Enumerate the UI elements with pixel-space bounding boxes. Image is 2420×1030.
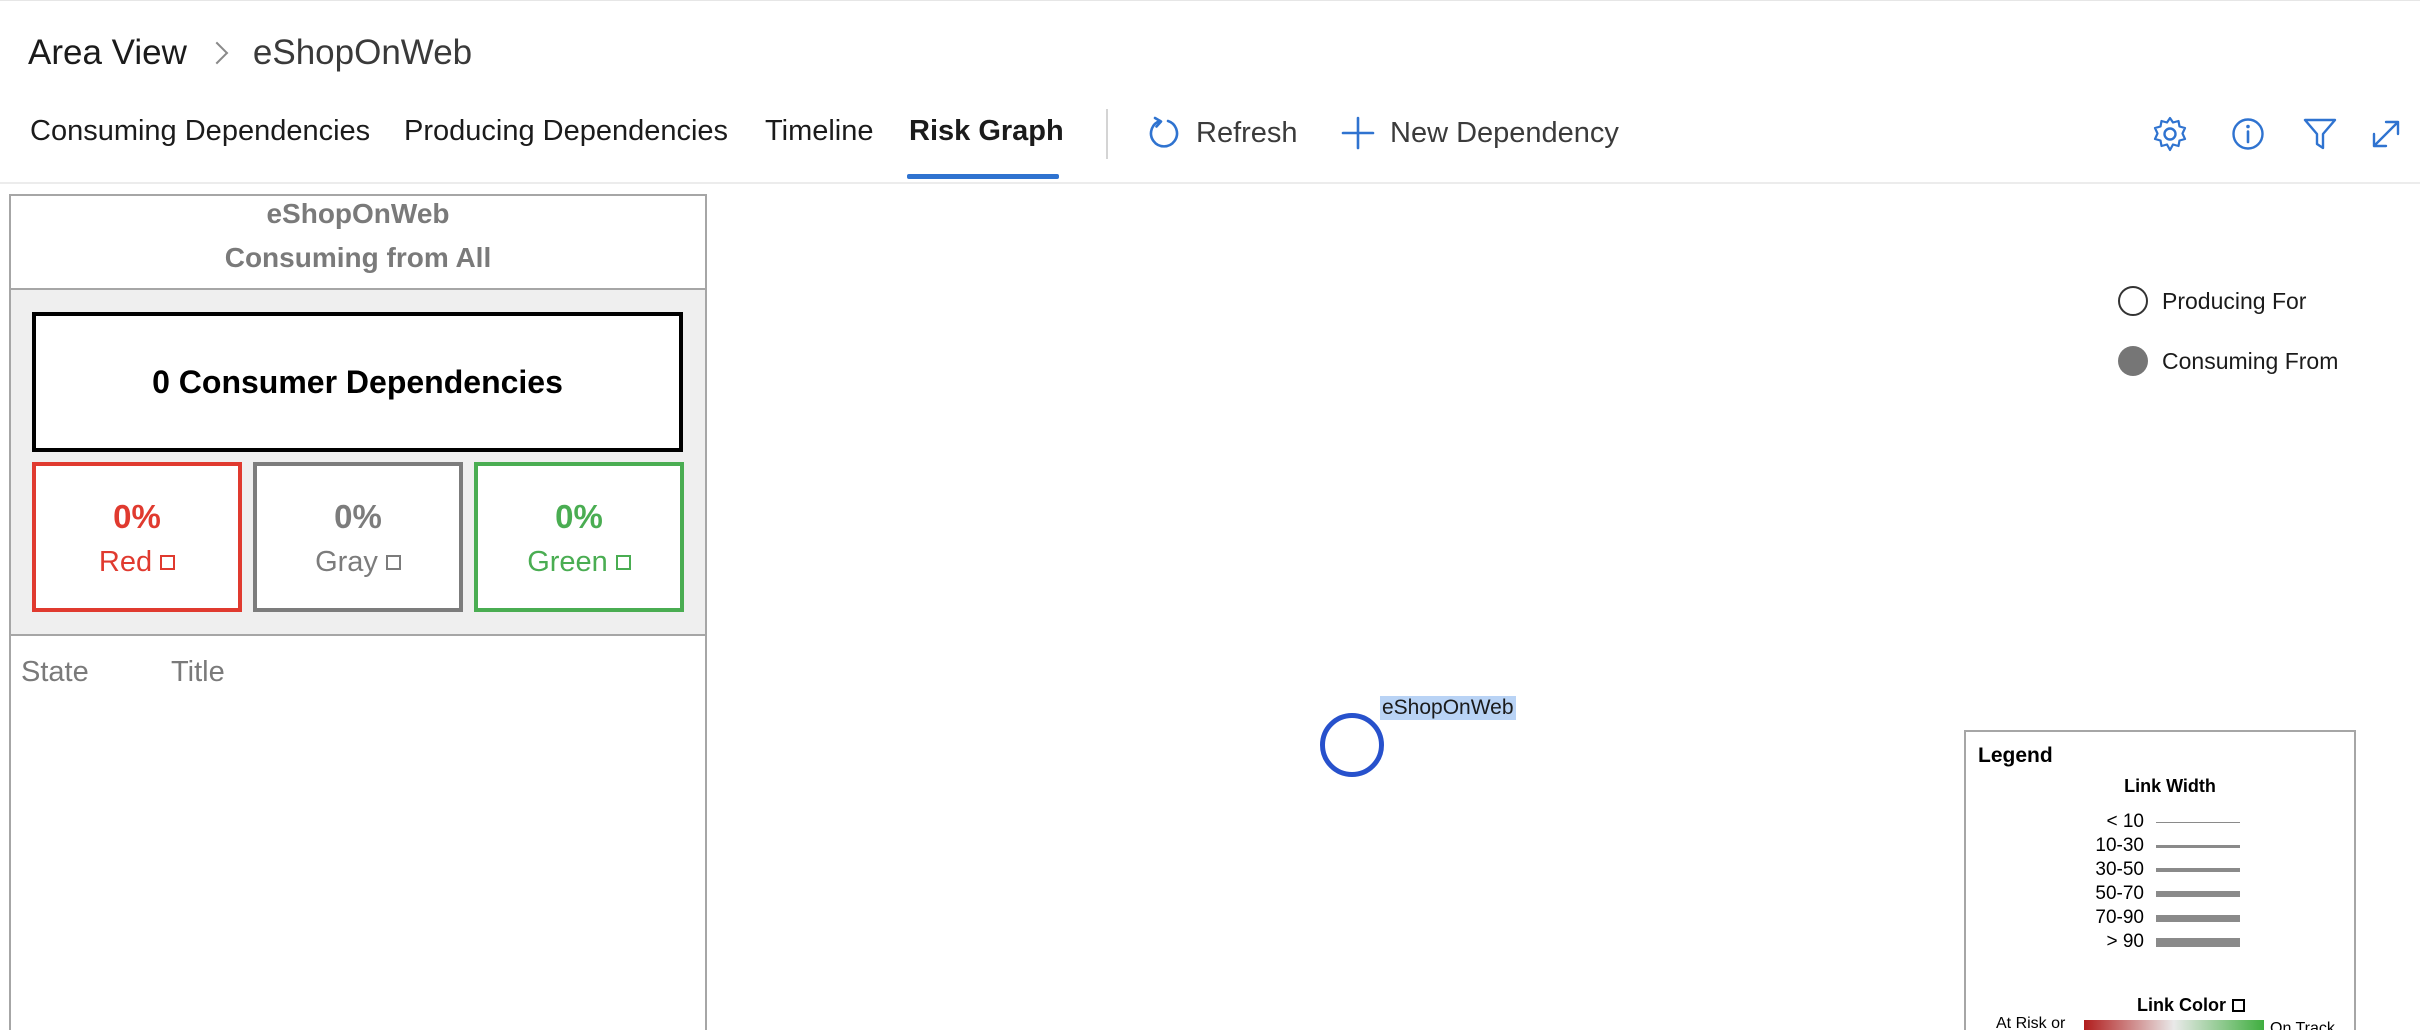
link-width-row: 50-70	[2046, 883, 2266, 905]
graph-legend: Legend Link Width < 10 10-30 30-50 50-70…	[1964, 730, 2356, 1030]
key-consuming-from-label: Consuming From	[2162, 347, 2339, 374]
plus-icon	[1341, 116, 1375, 150]
gear-icon[interactable]	[2150, 114, 2190, 154]
gray-stat-card[interactable]: 0% Gray	[253, 462, 463, 612]
panel-title: eShopOnWeb	[266, 198, 450, 229]
checkbox-icon[interactable]	[615, 555, 631, 570]
link-color-title-text: Link Color	[2137, 995, 2226, 1015]
link-width-label: 70-90	[2095, 907, 2144, 928]
link-color-gradient	[2084, 1020, 2264, 1030]
checkbox-icon[interactable]	[385, 555, 401, 570]
link-width-row: < 10	[2046, 811, 2266, 833]
key-consuming-from: Consuming From	[2118, 346, 2338, 376]
at-risk-label: At Risk or	[1996, 1015, 2066, 1030]
on-track-label: On Track	[2270, 1020, 2335, 1030]
toolbar-separator	[1106, 109, 1108, 159]
link-color-title: Link Color	[1966, 995, 2354, 1016]
link-width-sample	[2156, 914, 2240, 922]
column-header-title[interactable]: Title	[171, 656, 225, 689]
link-width-sample	[2156, 821, 2240, 823]
checkbox-icon[interactable]	[160, 555, 176, 570]
link-width-row: > 90	[2046, 931, 2266, 953]
breadcrumb-current: eShopOnWeb	[252, 33, 473, 72]
filled-circle-icon	[2118, 346, 2148, 376]
key-producing-for: Producing For	[2118, 286, 2306, 316]
link-width-sample	[2156, 937, 2240, 947]
graph-node-label[interactable]: eShopOnWeb	[1380, 696, 1516, 720]
red-label: Red	[98, 546, 153, 578]
key-producing-for-label: Producing For	[2162, 287, 2307, 314]
red-percent: 0%	[113, 498, 161, 535]
link-width-row: 30-50	[2046, 859, 2266, 881]
link-width-sample	[2156, 891, 2240, 897]
new-dependency-label: New Dependency	[1390, 116, 1619, 149]
consumer-dependencies-count: 0 Consumer Dependencies	[32, 312, 683, 452]
breadcrumb: Area View eShopOnWeb	[28, 28, 472, 78]
panel-header: eShopOnWeb Consuming from All	[11, 196, 705, 288]
refresh-label: Refresh	[1196, 116, 1298, 149]
hollow-circle-icon	[2118, 286, 2148, 316]
breadcrumb-root[interactable]: Area View	[28, 33, 187, 73]
tab-timeline[interactable]: Timeline	[765, 115, 874, 148]
link-width-row: 10-30	[2046, 835, 2266, 857]
summary-section: 0 Consumer Dependencies 0% Red 0% Gray 0…	[11, 288, 705, 636]
info-icon[interactable]	[2228, 114, 2268, 154]
green-percent: 0%	[555, 498, 603, 535]
checkbox-icon[interactable]	[2232, 999, 2245, 1012]
tab-consuming-dependencies[interactable]: Consuming Dependencies	[30, 115, 370, 148]
new-dependency-button[interactable]: New Dependency	[1340, 109, 1619, 157]
panel-subtitle: Consuming from All	[224, 242, 492, 273]
link-width-sample	[2156, 868, 2240, 872]
link-width-sample	[2156, 844, 2240, 848]
active-tab-indicator	[907, 174, 1059, 179]
tab-producing-dependencies[interactable]: Producing Dependencies	[404, 115, 728, 148]
link-width-label: 50-70	[2095, 883, 2144, 904]
green-label: Green	[527, 546, 608, 578]
link-width-label: 10-30	[2095, 835, 2144, 856]
top-border	[0, 0, 2420, 1]
green-stat-card[interactable]: 0% Green	[474, 462, 684, 612]
red-stat-card[interactable]: 0% Red	[32, 462, 242, 612]
refresh-icon	[1149, 116, 1179, 148]
tab-bar: Consuming Dependencies Producing Depende…	[0, 105, 2420, 181]
link-width-label: > 90	[2106, 931, 2144, 952]
gray-label: Gray	[315, 546, 378, 578]
link-width-title: Link Width	[2124, 776, 2216, 796]
refresh-button[interactable]: Refresh	[1146, 109, 1298, 157]
expand-icon[interactable]	[2366, 114, 2406, 154]
legend-title: Legend	[1978, 744, 2053, 767]
column-header-state[interactable]: State	[21, 656, 89, 689]
chevron-right-icon	[205, 41, 229, 65]
gray-percent: 0%	[334, 498, 382, 535]
link-width-row: 70-90	[2046, 907, 2266, 929]
link-width-label: 30-50	[2095, 859, 2144, 880]
filter-icon[interactable]	[2300, 114, 2340, 154]
header-divider	[0, 182, 2420, 184]
link-width-label: < 10	[2106, 811, 2144, 832]
dependency-summary-panel: eShopOnWeb Consuming from All 0 Consumer…	[9, 194, 707, 1030]
graph-node[interactable]	[1320, 713, 1384, 777]
tab-risk-graph[interactable]: Risk Graph	[909, 115, 1064, 148]
